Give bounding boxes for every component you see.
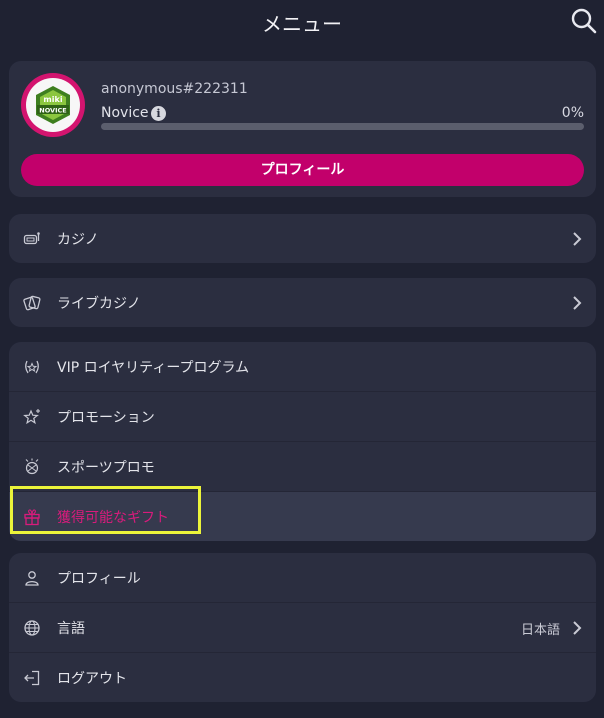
search-icon[interactable]	[570, 7, 598, 35]
chevron-right-icon	[573, 296, 582, 310]
promo-card: VIP ロイヤリティープログラム プロモーション スポーツプロモ 獲得可能なギフ…	[9, 342, 596, 541]
menu-item-label: プロモーション	[57, 410, 155, 426]
menu-item-label: カジノ	[57, 232, 99, 248]
menu-item-label: 獲得可能なギフト	[57, 510, 169, 526]
gift-icon	[24, 509, 40, 526]
cards-icon	[23, 295, 41, 311]
menu-item-promotions[interactable]: プロモーション	[9, 391, 596, 441]
chevron-right-icon	[573, 232, 582, 246]
user-icon	[25, 571, 39, 586]
profile-button[interactable]: プロフィール	[21, 154, 584, 186]
chevron-right-icon	[573, 621, 582, 635]
profile-card: miki NOVICE anonymous#222311 Novice i 0%…	[9, 61, 596, 197]
page-title: メニュー	[262, 12, 342, 36]
menu-item-available-gifts[interactable]: 獲得可能なギフト	[9, 491, 596, 541]
menu-item-profile[interactable]: プロフィール	[9, 553, 596, 602]
menu-item-logout[interactable]: ログアウト	[9, 652, 596, 702]
menu-item-live-casino[interactable]: ライブカジノ	[9, 278, 596, 327]
info-icon[interactable]: i	[151, 106, 166, 121]
account-card: プロフィール 言語 日本語 ログアウト	[9, 553, 596, 702]
live-casino-card: ライブカジノ	[9, 278, 596, 327]
menu-item-label: プロフィール	[57, 571, 141, 587]
menu-item-language[interactable]: 言語 日本語	[9, 602, 596, 652]
globe-icon	[24, 620, 40, 636]
progress-bar	[101, 123, 584, 130]
header: メニュー	[0, 0, 604, 44]
menu-item-casino[interactable]: カジノ	[9, 214, 596, 263]
menu-item-vip[interactable]: VIP ロイヤリティープログラム	[9, 342, 596, 391]
menu-item-label: ログアウト	[57, 671, 127, 687]
language-value: 日本語	[520, 623, 560, 638]
username: anonymous#222311	[101, 81, 248, 97]
casino-card: カジノ	[9, 214, 596, 263]
menu-item-sports-promo[interactable]: スポーツプロモ	[9, 441, 596, 491]
logout-icon	[24, 670, 40, 686]
menu-item-label: ライブカジノ	[57, 296, 141, 312]
badge-brand: miki	[43, 95, 62, 104]
star-sparkle-icon	[23, 409, 40, 425]
avatar-inner: miki NOVICE	[26, 78, 80, 132]
slot-machine-icon	[23, 232, 40, 245]
menu-item-label: VIP ロイヤリティープログラム	[57, 360, 250, 376]
vip-laurel-icon	[25, 360, 39, 374]
badge-level: NOVICE	[39, 107, 66, 115]
progress-percent: 0%	[561, 105, 584, 121]
menu-item-label: 言語	[57, 621, 85, 637]
menu-item-label: スポーツプロモ	[57, 460, 155, 476]
novice-badge-icon: miki NOVICE	[36, 86, 70, 124]
sports-promo-icon	[25, 458, 39, 475]
avatar[interactable]: miki NOVICE	[21, 73, 85, 137]
level-label: Novice	[101, 105, 149, 121]
